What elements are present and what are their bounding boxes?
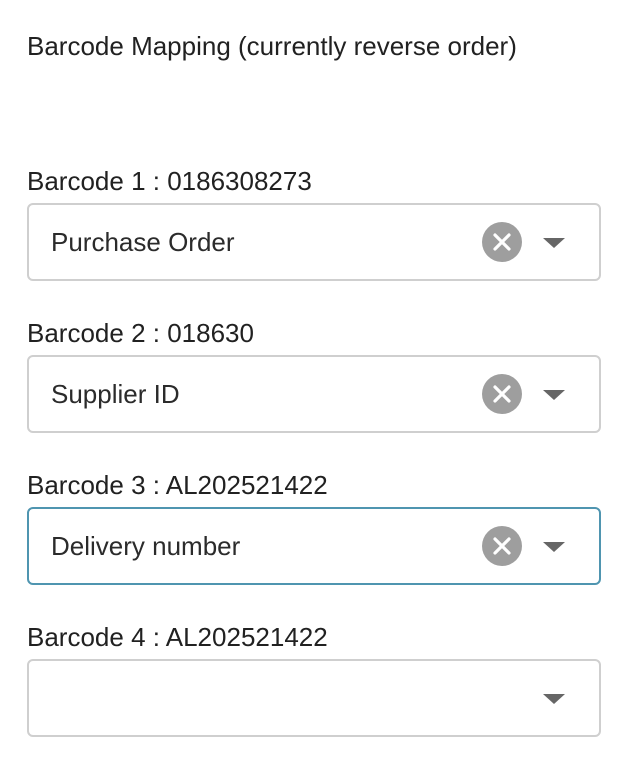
barcode-2-select[interactable]: Supplier ID — [27, 355, 601, 433]
barcode-3-select[interactable]: Delivery number — [27, 507, 601, 585]
barcode-3-label: Barcode 3 : AL202521422 — [27, 470, 328, 500]
chevron-down-icon[interactable] — [543, 542, 565, 552]
barcode-2-label: Barcode 2 : 018630 — [27, 318, 254, 348]
chevron-down-icon[interactable] — [543, 694, 565, 704]
clear-icon[interactable] — [482, 526, 522, 566]
chevron-down-icon[interactable] — [543, 390, 565, 400]
barcode-2-selected-value: Supplier ID — [51, 379, 180, 409]
clear-icon[interactable] — [482, 222, 522, 262]
barcode-1-selected-value: Purchase Order — [51, 227, 235, 257]
barcode-4-select[interactable] — [27, 659, 601, 737]
barcode-1-label: Barcode 1 : 0186308273 — [27, 166, 312, 196]
page-title: Barcode Mapping (currently reverse order… — [27, 31, 517, 61]
barcode-1-select[interactable]: Purchase Order — [27, 203, 601, 281]
chevron-down-icon[interactable] — [543, 238, 565, 248]
barcode-4-label: Barcode 4 : AL202521422 — [27, 622, 328, 652]
clear-icon[interactable] — [482, 374, 522, 414]
barcode-3-selected-value: Delivery number — [51, 531, 241, 561]
